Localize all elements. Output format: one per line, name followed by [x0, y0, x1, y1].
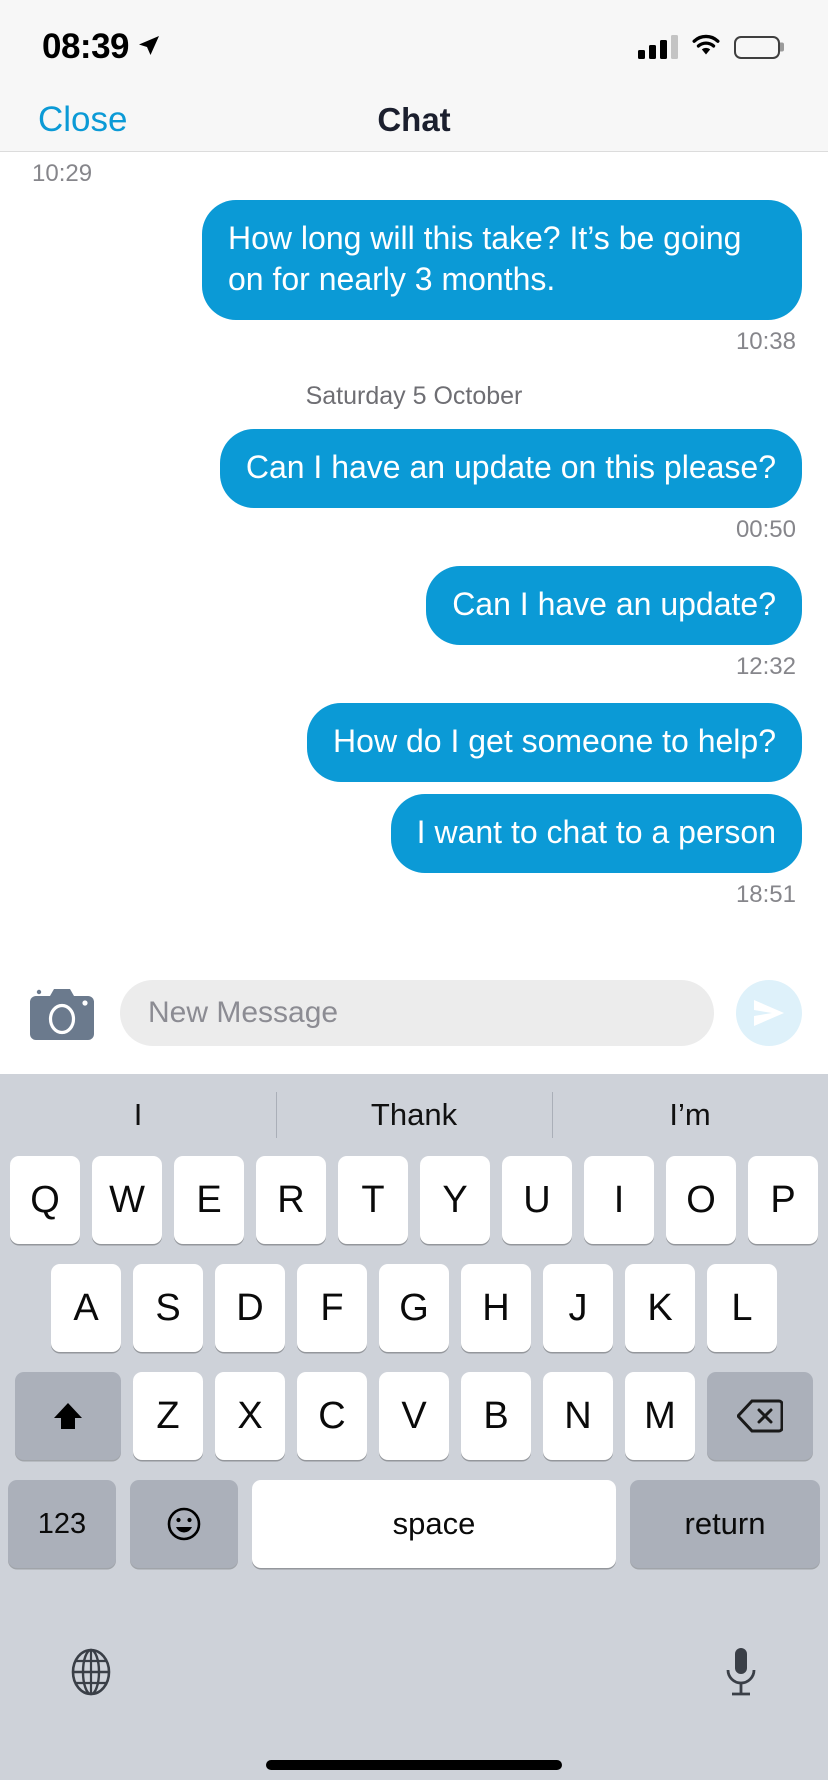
navigation-bar: Close Chat	[0, 88, 828, 152]
status-bar-left: 08:39	[42, 21, 161, 67]
key-c[interactable]: C	[297, 1372, 367, 1460]
backspace-delete-icon[interactable]	[707, 1372, 813, 1460]
key-h[interactable]: H	[461, 1264, 531, 1352]
message-bubble-outgoing[interactable]: How long will this take? It’s be going o…	[202, 200, 802, 320]
key-z[interactable]: Z	[133, 1372, 203, 1460]
key-p[interactable]: P	[748, 1156, 818, 1244]
space-key[interactable]: space	[252, 1480, 616, 1568]
compose-bar: New Message	[0, 952, 828, 1074]
message-bubble-outgoing[interactable]: Can I have an update?	[426, 565, 802, 645]
send-paper-plane-icon	[754, 1000, 784, 1026]
message-input-field[interactable]: New Message	[120, 980, 714, 1046]
message-timestamp: 10:29	[32, 160, 93, 187]
status-bar: 08:39	[0, 0, 828, 88]
chat-message-list[interactable]: 10:29 How long will this take? It’s be g…	[0, 152, 828, 952]
key-d[interactable]: D	[215, 1264, 285, 1352]
keyboard-row-1: Q W E R T Y U I O P	[0, 1156, 828, 1244]
message-timestamp: 00:50	[735, 515, 796, 543]
close-button[interactable]: Close	[38, 100, 127, 140]
globe-language-icon[interactable]	[64, 1645, 118, 1704]
keyboard-row-3: Z X C V B N M	[0, 1372, 828, 1460]
on-screen-keyboard[interactable]: I Thank I’m Q W E R T Y U I O P A S D F …	[0, 1074, 828, 1780]
key-a[interactable]: A	[51, 1264, 121, 1352]
key-s[interactable]: S	[133, 1264, 203, 1352]
cellular-signal-icon	[638, 35, 678, 59]
key-b[interactable]: B	[461, 1372, 531, 1460]
status-time: 08:39	[42, 27, 130, 66]
microphone-dictation-icon[interactable]	[718, 1644, 764, 1705]
key-n[interactable]: N	[543, 1372, 613, 1460]
keyboard-row-2: A S D F G H J K L	[0, 1264, 828, 1352]
message-row[interactable]: Can I have an update on this please?	[26, 428, 802, 508]
message-bubble-outgoing[interactable]: Can I have an update on this please?	[219, 428, 802, 508]
message-row[interactable]: Can I have an update?	[26, 565, 802, 645]
key-t[interactable]: T	[338, 1156, 408, 1244]
message-timestamp: 10:38	[735, 327, 796, 355]
key-q[interactable]: Q	[10, 1156, 80, 1244]
key-k[interactable]: K	[625, 1264, 695, 1352]
message-timestamp: 18:51	[735, 880, 796, 908]
key-y[interactable]: Y	[420, 1156, 490, 1244]
wifi-icon	[690, 33, 722, 62]
shift-up-arrow-icon[interactable]	[15, 1372, 121, 1460]
key-w[interactable]: W	[92, 1156, 162, 1244]
message-row[interactable]: How long will this take? It’s be going o…	[26, 200, 802, 320]
location-arrow-icon	[137, 26, 161, 63]
key-x[interactable]: X	[215, 1372, 285, 1460]
key-f[interactable]: F	[297, 1264, 367, 1352]
battery-icon	[734, 35, 784, 59]
message-bubble-outgoing[interactable]: I want to chat to a person	[390, 793, 802, 873]
message-bubble-outgoing[interactable]: How do I get someone to help?	[307, 702, 802, 782]
key-i[interactable]: I	[584, 1156, 654, 1244]
send-button[interactable]	[736, 980, 802, 1046]
key-r[interactable]: R	[256, 1156, 326, 1244]
numbers-key[interactable]: 123	[8, 1480, 116, 1568]
message-row[interactable]: I want to chat to a person	[26, 793, 802, 873]
prediction-candidate[interactable]: I	[0, 1097, 276, 1133]
key-e[interactable]: E	[174, 1156, 244, 1244]
return-key[interactable]: return	[630, 1480, 820, 1568]
keyboard-bottom-bar	[0, 1568, 828, 1780]
prediction-candidate[interactable]: Thank	[276, 1097, 552, 1133]
keyboard-row-4: 123 space return	[0, 1480, 828, 1568]
predictive-text-bar: I Thank I’m	[0, 1074, 828, 1156]
key-u[interactable]: U	[502, 1156, 572, 1244]
key-l[interactable]: L	[707, 1264, 777, 1352]
key-o[interactable]: O	[666, 1156, 736, 1244]
camera-icon[interactable]	[26, 982, 98, 1044]
key-v[interactable]: V	[379, 1372, 449, 1460]
message-timestamp: 12:32	[735, 652, 796, 680]
key-j[interactable]: J	[543, 1264, 613, 1352]
message-row[interactable]: How do I get someone to help?	[26, 702, 802, 782]
message-input-placeholder: New Message	[148, 996, 339, 1029]
day-separator: Saturday 5 October	[305, 381, 523, 410]
status-bar-right	[638, 27, 784, 62]
home-indicator	[266, 1760, 562, 1770]
key-m[interactable]: M	[625, 1372, 695, 1460]
prediction-candidate[interactable]: I’m	[552, 1097, 828, 1133]
emoji-smiley-icon[interactable]	[130, 1480, 238, 1568]
key-g[interactable]: G	[379, 1264, 449, 1352]
